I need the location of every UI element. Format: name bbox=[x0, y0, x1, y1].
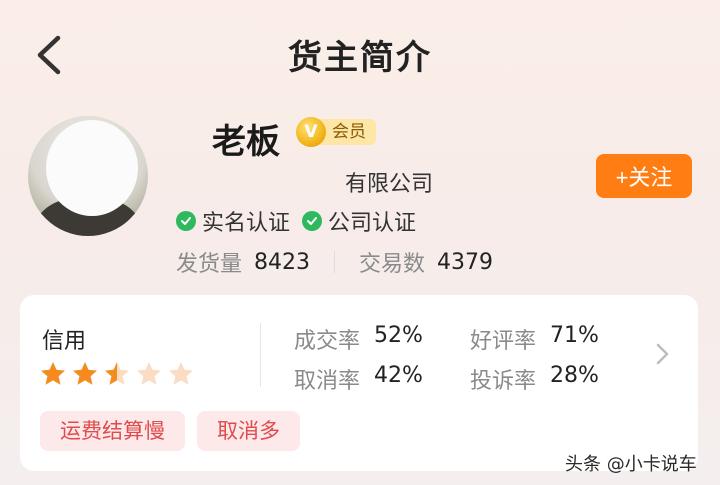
cancel-rate-label: 取消率 bbox=[294, 369, 361, 394]
deal-rate-value: 52% bbox=[374, 323, 423, 348]
shipper-stats: 发货量 8423 交易数 4379 bbox=[176, 246, 493, 278]
shipments-label: 发货量 bbox=[176, 252, 243, 277]
star-icon bbox=[105, 362, 129, 385]
good-review-rate: 好评率 71% bbox=[470, 323, 599, 355]
company-name: 有限公司 bbox=[345, 172, 434, 197]
credit-title: 信用 bbox=[42, 329, 87, 354]
page-title: 货主简介 bbox=[288, 38, 432, 78]
certifications: 实名认证 公司认证 bbox=[176, 205, 428, 237]
cert-label: 实名认证 bbox=[202, 211, 291, 236]
cert-real-name: 实名认证 bbox=[176, 205, 290, 237]
trades-label: 交易数 bbox=[359, 252, 426, 277]
cancel-rate: 取消率 42% bbox=[294, 363, 423, 395]
complaint-rate-value: 28% bbox=[550, 363, 599, 388]
tag-frequent-cancel: 取消多 bbox=[197, 411, 300, 451]
card-divider bbox=[260, 323, 261, 387]
tag-slow-settlement: 运费结算慢 bbox=[40, 411, 185, 451]
vip-label: 会员 bbox=[318, 119, 376, 145]
good-review-label: 好评率 bbox=[470, 329, 537, 354]
avatar-face-blur bbox=[46, 120, 138, 216]
cancel-rate-value: 42% bbox=[374, 363, 423, 388]
check-icon bbox=[176, 211, 196, 231]
shipments-value: 8423 bbox=[254, 249, 311, 275]
star-rating bbox=[40, 361, 200, 387]
stats-divider bbox=[334, 251, 336, 273]
vip-medal-icon: V bbox=[296, 117, 326, 147]
cert-label: 公司认证 bbox=[328, 211, 417, 236]
good-review-value: 71% bbox=[550, 323, 599, 348]
nav-bar: 货主简介 bbox=[0, 0, 720, 110]
credit-card[interactable]: 信用 成交率 52% 好评率 71% 取消率 42% 投诉率 28% 运费结算慢… bbox=[20, 295, 698, 471]
chevron-right-icon[interactable] bbox=[652, 341, 672, 367]
check-icon bbox=[302, 211, 323, 231]
star-icon bbox=[41, 362, 65, 385]
tag-list: 运费结算慢 取消多 bbox=[40, 411, 312, 451]
shipper-name: 老板 bbox=[212, 122, 280, 162]
star-icon bbox=[137, 362, 161, 385]
star-icon bbox=[73, 362, 97, 385]
cert-company: 公司认证 bbox=[302, 205, 416, 237]
trades-value: 4379 bbox=[437, 249, 494, 275]
star-icon bbox=[169, 362, 193, 385]
complaint-rate: 投诉率 28% bbox=[470, 363, 599, 395]
deal-rate: 成交率 52% bbox=[294, 323, 423, 355]
follow-button[interactable]: +关注 bbox=[596, 154, 692, 198]
watermark: 头条 @小卡说车 bbox=[565, 454, 697, 475]
complaint-rate-label: 投诉率 bbox=[470, 369, 537, 394]
deal-rate-label: 成交率 bbox=[294, 329, 361, 354]
avatar bbox=[28, 116, 148, 236]
vip-badge: V 会员 bbox=[296, 117, 376, 147]
